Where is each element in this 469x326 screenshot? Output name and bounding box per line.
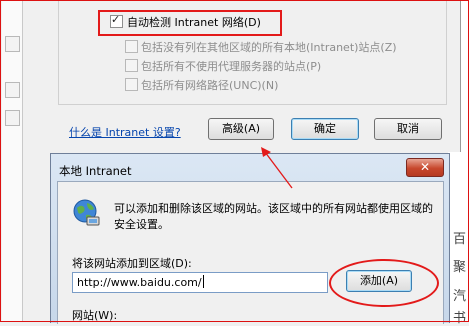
annotation-frame (0, 0, 469, 322)
